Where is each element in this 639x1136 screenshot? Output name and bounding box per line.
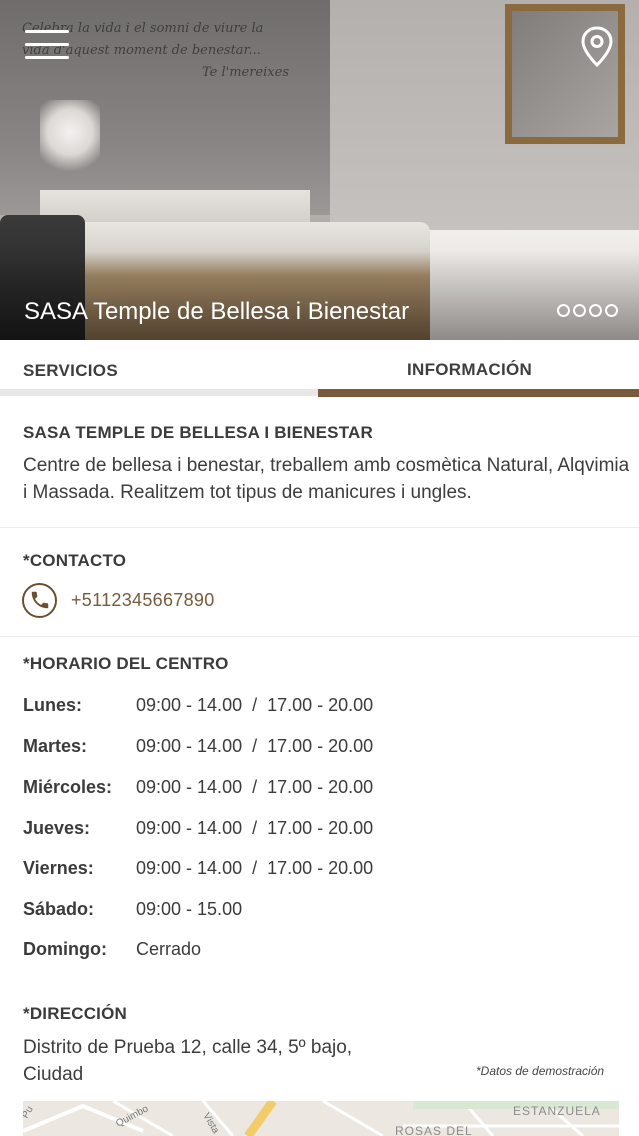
- divider: [0, 527, 639, 528]
- address-text: Distrito de Prueba 12, calle 34, 5º bajo…: [23, 1034, 423, 1088]
- slide-indicator[interactable]: [557, 304, 618, 317]
- slide-dot[interactable]: [573, 304, 586, 317]
- hero-banner: Celebra la vida i el somni de viure la v…: [0, 0, 639, 340]
- map-label: ESTANZUELA: [513, 1104, 601, 1118]
- tab-servicios[interactable]: SERVICIOS: [0, 340, 318, 398]
- tab-label: SERVICIOS: [23, 361, 118, 380]
- slide-dot[interactable]: [557, 304, 570, 317]
- hero-shade: [0, 250, 639, 340]
- phone-number: +5112345667890: [71, 589, 215, 610]
- schedule-day: Martes:: [23, 736, 88, 756]
- slide-dot[interactable]: [605, 304, 618, 317]
- demo-note: *Datos de demostración: [476, 1064, 605, 1078]
- schedule-hours: 09:00 - 14.00 / 17.00 - 20.00: [136, 777, 374, 797]
- schedule-title: *HORARIO DEL CENTRO: [23, 654, 229, 673]
- business-description: Centre de bellesa i benestar, treballem …: [23, 455, 630, 503]
- contact-title: *CONTACTO: [23, 551, 127, 570]
- hamburger-menu-icon[interactable]: [25, 30, 69, 60]
- hero-photo-mirror: [505, 4, 625, 144]
- phone-link[interactable]: +5112345667890: [22, 582, 215, 618]
- tab-indicator-active: [318, 389, 639, 397]
- hero-title: SASA Temple de Bellesa i Bienestar: [24, 298, 410, 325]
- schedule-hours: 09:00 - 15.00: [136, 899, 243, 919]
- business-name: SASA TEMPLE DE BELLESA I BIENESTAR: [23, 423, 373, 442]
- schedule-hours: 09:00 - 14.00 / 17.00 - 20.00: [136, 736, 374, 756]
- schedule-hours: 09:00 - 14.00 / 17.00 - 20.00: [136, 818, 374, 838]
- tab-bar: SERVICIOS INFORMACIÓN: [0, 340, 639, 398]
- address-title: *DIRECCIÓN: [23, 1004, 128, 1023]
- schedule-day: Sábado:: [23, 899, 95, 919]
- tab-indicator: [0, 389, 318, 396]
- map-pin-icon[interactable]: [580, 26, 614, 68]
- phone-icon: [22, 582, 57, 618]
- location-map[interactable]: ESTANZUELA ROSAS DEL Quimbo Vista Pu: [23, 1101, 619, 1136]
- divider: [0, 636, 639, 637]
- schedule-day: Viernes:: [23, 858, 94, 878]
- map-label: ROSAS DEL: [395, 1124, 473, 1136]
- slide-dot[interactable]: [589, 304, 602, 317]
- schedule-day: Jueves:: [23, 818, 91, 838]
- hero-photo-flowers: [40, 100, 100, 180]
- address-line: Distrito de Prueba 12, calle 34, 5º bajo…: [23, 1037, 353, 1058]
- schedule-day: Lunes:: [23, 695, 83, 715]
- schedule-hours: Cerrado: [136, 939, 202, 959]
- schedule-day: Domingo:: [23, 939, 107, 959]
- schedule-day: Miércoles:: [23, 777, 113, 797]
- schedule-hours: 09:00 - 14.00 / 17.00 - 20.00: [136, 858, 374, 878]
- tab-label: INFORMACIÓN: [407, 360, 533, 379]
- schedule-hours: 09:00 - 14.00 / 17.00 - 20.00: [136, 695, 374, 715]
- wall-text-line: Te l'mereixes: [202, 65, 290, 80]
- address-line: Ciudad: [23, 1064, 84, 1085]
- tab-informacion[interactable]: INFORMACIÓN: [318, 340, 639, 398]
